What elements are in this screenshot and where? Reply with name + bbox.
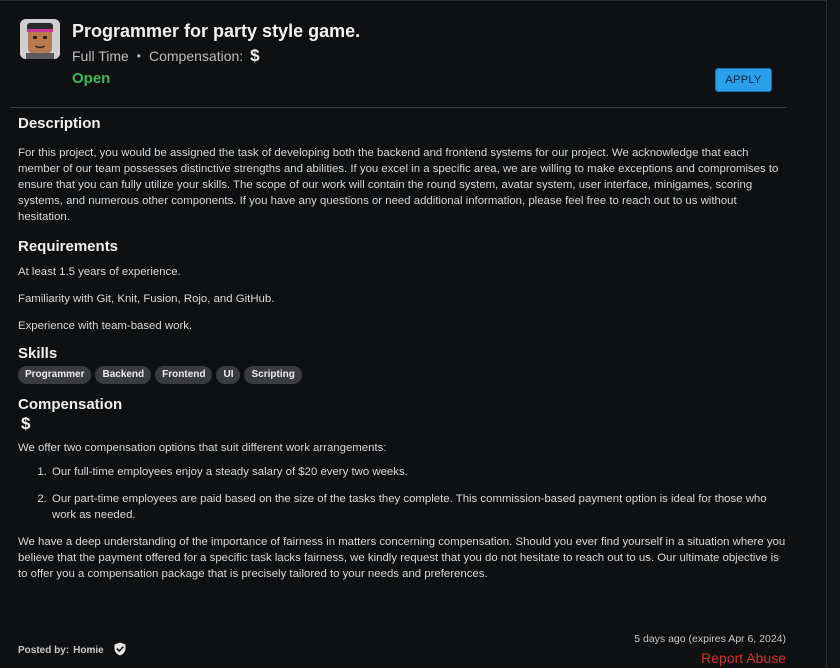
- compensation-closing: We have a deep understanding of the impo…: [18, 536, 786, 580]
- job-header: Programmer for party style game. Full Ti…: [20, 17, 786, 109]
- skill-tag[interactable]: Programmer: [18, 366, 92, 384]
- description-section: Description For this project, you would …: [18, 115, 786, 225]
- poster-name[interactable]: Homie: [73, 645, 104, 656]
- compensation-option: Our full-time employees enjoy a steady s…: [50, 464, 786, 480]
- skills-heading: Skills: [18, 345, 58, 362]
- description-heading: Description: [18, 115, 101, 132]
- job-title: Programmer for party style game.: [72, 21, 361, 41]
- skill-tag[interactable]: Backend: [95, 366, 152, 384]
- avatar[interactable]: [20, 19, 60, 59]
- compensation-label: Compensation:: [149, 48, 244, 64]
- job-content: Description For this project, you would …: [18, 115, 786, 582]
- requirement-item: Experience with team-based work.: [18, 320, 193, 332]
- skill-tag[interactable]: Scripting: [244, 366, 302, 384]
- apply-button[interactable]: APPLY: [715, 68, 772, 92]
- job-footer: Posted by: Homie 5 days ago (expires Apr…: [18, 631, 786, 668]
- compensation-options: Our full-time employees enjoy a steady s…: [18, 464, 786, 523]
- meta-separator: •: [136, 49, 141, 63]
- avatar-image: [20, 19, 60, 59]
- skill-tag[interactable]: Frontend: [155, 366, 213, 384]
- requirement-item: Familiarity with Git, Knit, Fusion, Rojo…: [18, 293, 275, 305]
- compensation-section: Compensation $ We offer two compensation…: [18, 396, 786, 582]
- job-meta: Full Time • Compensation: $: [72, 46, 260, 66]
- requirements-heading: Requirements: [18, 238, 119, 255]
- post-age: 5 days ago (expires Apr 6, 2024): [634, 633, 786, 645]
- posted-by: Posted by: Homie: [18, 642, 126, 659]
- header-divider: [10, 107, 786, 108]
- requirement-item: At least 1.5 years of experience.: [18, 266, 181, 278]
- status-badge: Open: [72, 70, 111, 87]
- compensation-heading: Compensation: [18, 396, 123, 413]
- compensation-intro: We offer two compensation options that s…: [18, 442, 387, 454]
- employment-type: Full Time: [72, 48, 129, 64]
- skill-tags: Programmer Backend Frontend UI Scripting: [18, 366, 786, 384]
- shield-check-icon: [114, 642, 126, 659]
- compensation-option: Our part-time employees are paid based o…: [50, 491, 786, 523]
- job-post-panel: Programmer for party style game. Full Ti…: [0, 0, 827, 668]
- posted-by-label: Posted by:: [18, 645, 70, 656]
- dollar-icon: $: [21, 414, 31, 433]
- dollar-icon: $: [250, 46, 260, 65]
- report-abuse-link[interactable]: Report Abuse: [701, 650, 786, 666]
- skills-section: Skills Programmer Backend Frontend UI Sc…: [18, 345, 786, 384]
- skill-tag[interactable]: UI: [216, 366, 241, 384]
- requirements-section: Requirements At least 1.5 years of exper…: [18, 238, 786, 334]
- description-text: For this project, you would be assigned …: [18, 147, 779, 223]
